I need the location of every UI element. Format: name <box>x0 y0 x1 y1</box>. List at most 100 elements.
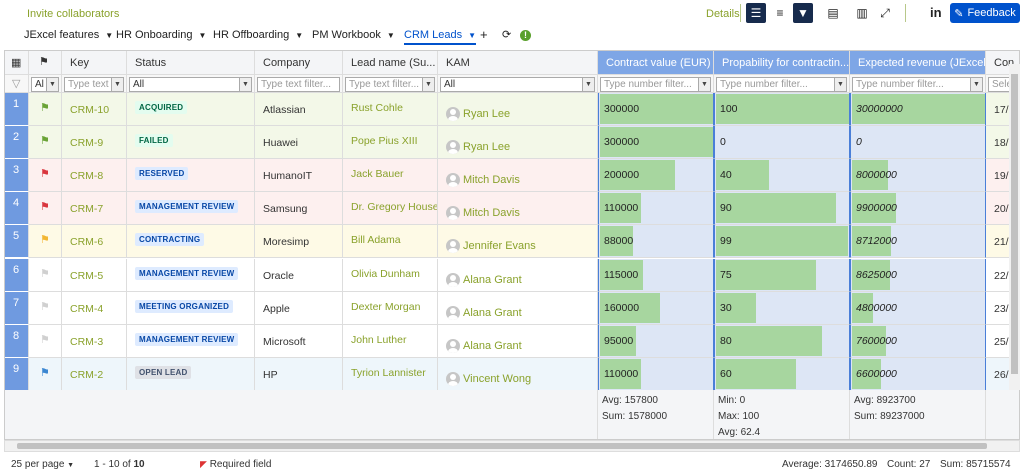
info-icon[interactable]: ! <box>520 30 531 41</box>
contract-value-cell[interactable]: 88000 <box>598 225 714 259</box>
sort-icon[interactable]: ≡ <box>770 3 790 23</box>
filter-prob-input[interactable]: Type number filter... ▼ <box>716 77 847 92</box>
contract-value-cell[interactable]: 200000 <box>598 159 714 193</box>
flag-cell[interactable]: ⚑ <box>29 93 62 127</box>
contract-value-cell[interactable]: 115000 <box>598 258 714 292</box>
flag-icon[interactable]: ⚑ <box>40 135 50 147</box>
company-cell[interactable]: Moresimp <box>255 225 343 259</box>
company-cell[interactable]: Huawei <box>255 126 343 160</box>
filter-expected-input[interactable]: Type number filter... ▼ <box>852 77 983 92</box>
flag-cell[interactable]: ⚑ <box>29 192 62 226</box>
columns-icon[interactable]: ▥ <box>852 3 872 23</box>
key-cell[interactable]: CRM-2 <box>62 357 127 391</box>
flag-cell[interactable]: ⚑ <box>29 126 62 160</box>
flag-icon[interactable]: ⚑ <box>40 102 50 114</box>
kam-cell[interactable]: Ryan Lee <box>438 93 598 127</box>
linkedin-icon[interactable]: in <box>930 5 942 20</box>
expected-revenue-cell[interactable]: 30000000 <box>850 93 986 127</box>
expected-revenue-cell[interactable]: 6600000 <box>850 357 986 391</box>
probability-cell[interactable]: 75 <box>714 258 850 292</box>
row-number[interactable]: 3 <box>5 159 29 193</box>
probability-cell[interactable]: 90 <box>714 192 850 226</box>
expected-revenue-cell[interactable]: 0 <box>850 126 986 160</box>
contract-value-cell[interactable]: 110000 <box>598 357 714 391</box>
status-cell[interactable]: OPEN LEAD <box>127 357 255 391</box>
header-probability[interactable]: Propability for contractin... <box>714 51 850 75</box>
key-cell[interactable]: CRM-4 <box>62 291 127 325</box>
status-cell[interactable]: RESERVED <box>127 159 255 193</box>
filter-icon[interactable]: ▼ <box>793 3 813 23</box>
kam-cell[interactable]: Vincent Wong <box>438 357 598 391</box>
status-cell[interactable]: MANAGEMENT REVIEW <box>127 324 255 358</box>
status-cell[interactable]: FAILED <box>127 126 255 160</box>
row-number[interactable]: 6 <box>5 258 29 292</box>
filter-flag-select[interactable]: Al ▼ <box>31 77 59 92</box>
filter-lead-input[interactable]: Type text filter... ▼ <box>345 77 435 92</box>
row-number[interactable]: 4 <box>5 192 29 226</box>
key-cell[interactable]: CRM-6 <box>62 225 127 259</box>
flag-icon[interactable]: ⚑ <box>40 201 50 213</box>
kam-cell[interactable]: Alana Grant <box>438 324 598 358</box>
probability-cell[interactable]: 40 <box>714 159 850 193</box>
status-cell[interactable]: ACQUIRED <box>127 93 255 127</box>
key-cell[interactable]: CRM-7 <box>62 192 127 226</box>
vertical-scrollbar[interactable] <box>1009 64 1020 390</box>
company-cell[interactable]: Microsoft <box>255 324 343 358</box>
tab-crm-leads[interactable]: CRM Leads ▼ <box>404 29 476 45</box>
invite-collaborators-link[interactable]: Invite collaborators <box>27 8 119 20</box>
key-cell[interactable]: CRM-3 <box>62 324 127 358</box>
contract-value-cell[interactable]: 160000 <box>598 291 714 325</box>
lead-name-cell[interactable]: Pope Pius XIII <box>343 126 438 160</box>
flag-icon[interactable]: ⚑ <box>40 168 50 180</box>
probability-cell[interactable]: 60 <box>714 357 850 391</box>
probability-cell[interactable]: 30 <box>714 291 850 325</box>
lead-name-cell[interactable]: Dr. Gregory House <box>343 192 438 226</box>
lead-name-cell[interactable]: John Luther <box>343 324 438 358</box>
fullscreen-icon[interactable]: ⤢ <box>875 3 895 23</box>
header-kam[interactable]: KAM <box>438 51 598 75</box>
contract-value-cell[interactable]: 95000 <box>598 324 714 358</box>
row-number[interactable]: 2 <box>5 126 29 160</box>
filter-key-input[interactable]: Type text f ▼ <box>64 77 124 92</box>
key-cell[interactable]: CRM-10 <box>62 93 127 127</box>
filter-kam-select[interactable]: All ▼ <box>440 77 595 92</box>
kam-cell[interactable]: Mitch Davis <box>438 159 598 193</box>
key-cell[interactable]: CRM-5 <box>62 258 127 292</box>
probability-cell[interactable]: 0 <box>714 126 850 160</box>
lead-name-cell[interactable]: Olivia Dunham <box>343 258 438 292</box>
flag-cell[interactable]: ⚑ <box>29 225 62 259</box>
expected-revenue-cell[interactable]: 8000000 <box>850 159 986 193</box>
tab-hr-offboarding[interactable]: HR Offboarding ▼ <box>213 29 303 41</box>
header-status[interactable]: Status <box>127 51 255 75</box>
header-key[interactable]: Key <box>62 51 127 75</box>
tab-jexcel-features[interactable]: JExcel features ▼ <box>24 29 113 41</box>
kam-cell[interactable]: Ryan Lee <box>438 126 598 160</box>
kam-cell[interactable]: Alana Grant <box>438 291 598 325</box>
grid-menu-icon[interactable]: ▦ <box>5 51 29 75</box>
expected-revenue-cell[interactable]: 8712000 <box>850 225 986 259</box>
probability-cell[interactable]: 80 <box>714 324 850 358</box>
flag-cell[interactable]: ⚑ <box>29 357 62 391</box>
probability-cell[interactable]: 100 <box>714 93 850 127</box>
contract-value-cell[interactable]: 110000 <box>598 192 714 226</box>
key-cell[interactable]: CRM-8 <box>62 159 127 193</box>
flag-cell[interactable]: ⚑ <box>29 291 62 325</box>
header-contract-value[interactable]: Contract value (EUR) <box>598 51 714 75</box>
tab-pm-workbook[interactable]: PM Workbook ▼ <box>312 29 395 41</box>
lead-name-cell[interactable]: Rust Cohle <box>343 93 438 127</box>
company-cell[interactable]: HP <box>255 357 343 391</box>
expected-revenue-cell[interactable]: 9900000 <box>850 192 986 226</box>
row-number[interactable]: 7 <box>5 291 29 325</box>
header-company[interactable]: Company <box>255 51 343 75</box>
per-page-select[interactable]: 25 per page ▼ <box>11 459 74 470</box>
lead-name-cell[interactable]: Dexter Morgan <box>343 291 438 325</box>
probability-cell[interactable]: 99 <box>714 225 850 259</box>
status-cell[interactable]: MEETING ORGANIZED <box>127 291 255 325</box>
scroll-thumb[interactable] <box>1011 74 1018 374</box>
company-cell[interactable]: Oracle <box>255 258 343 292</box>
row-number[interactable]: 5 <box>5 225 29 259</box>
flag-icon[interactable]: ⚑ <box>40 367 50 379</box>
flag-icon[interactable]: ⚑ <box>40 301 50 313</box>
lead-name-cell[interactable]: Jack Bauer <box>343 159 438 193</box>
company-cell[interactable]: Apple <box>255 291 343 325</box>
